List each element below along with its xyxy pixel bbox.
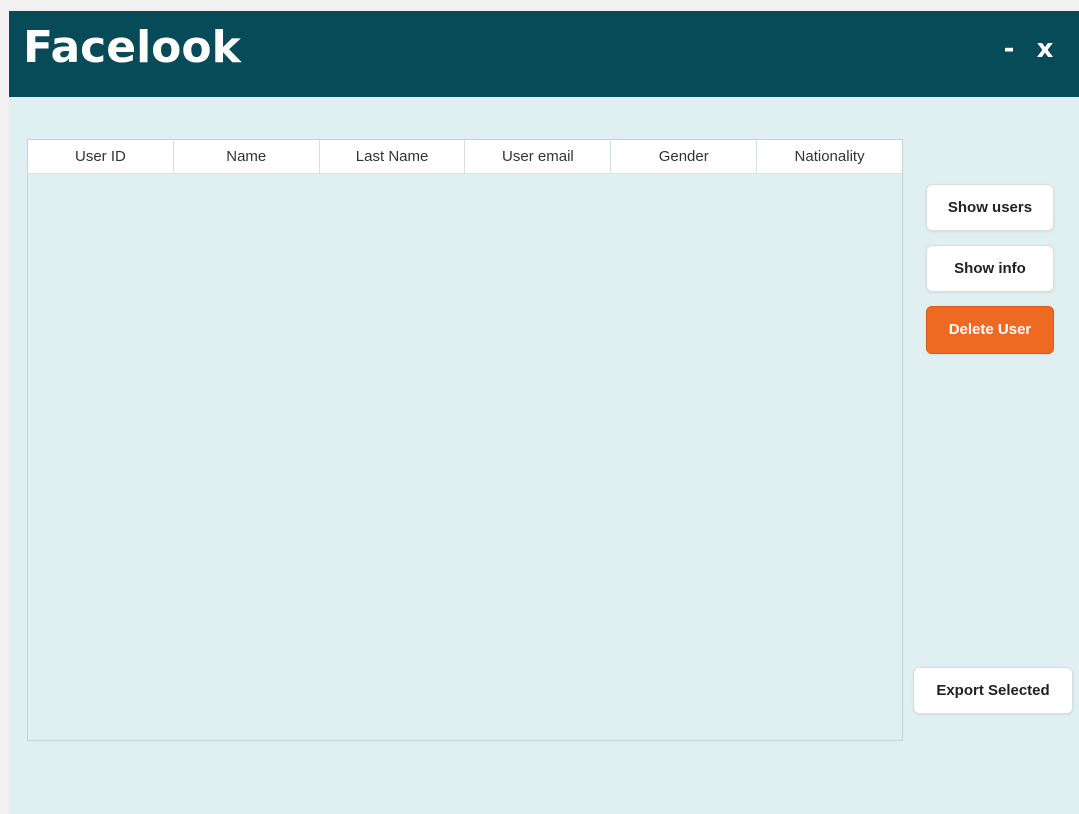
export-selected-button[interactable]: Export Selected <box>913 667 1073 714</box>
app-title: Facelook <box>23 22 241 73</box>
column-header-name[interactable]: Name <box>174 140 320 173</box>
column-header-nationality[interactable]: Nationality <box>757 140 902 173</box>
show-users-button[interactable]: Show users <box>926 184 1054 231</box>
users-table[interactable]: User ID Name Last Name User email Gender… <box>27 139 903 741</box>
column-header-last-name[interactable]: Last Name <box>320 140 466 173</box>
column-header-user-id[interactable]: User ID <box>28 140 174 173</box>
title-bar: Facelook - x <box>9 11 1079 97</box>
table-header: User ID Name Last Name User email Gender… <box>28 140 902 174</box>
close-button[interactable]: x <box>1032 29 1058 69</box>
app-window: Facelook - x User ID Name Last Name User… <box>9 11 1079 814</box>
delete-user-button[interactable]: Delete User <box>926 306 1054 354</box>
column-header-user-email[interactable]: User email <box>465 140 612 173</box>
minimize-button[interactable]: - <box>996 29 1022 69</box>
show-info-button[interactable]: Show info <box>926 245 1054 292</box>
column-header-gender[interactable]: Gender <box>611 140 758 173</box>
